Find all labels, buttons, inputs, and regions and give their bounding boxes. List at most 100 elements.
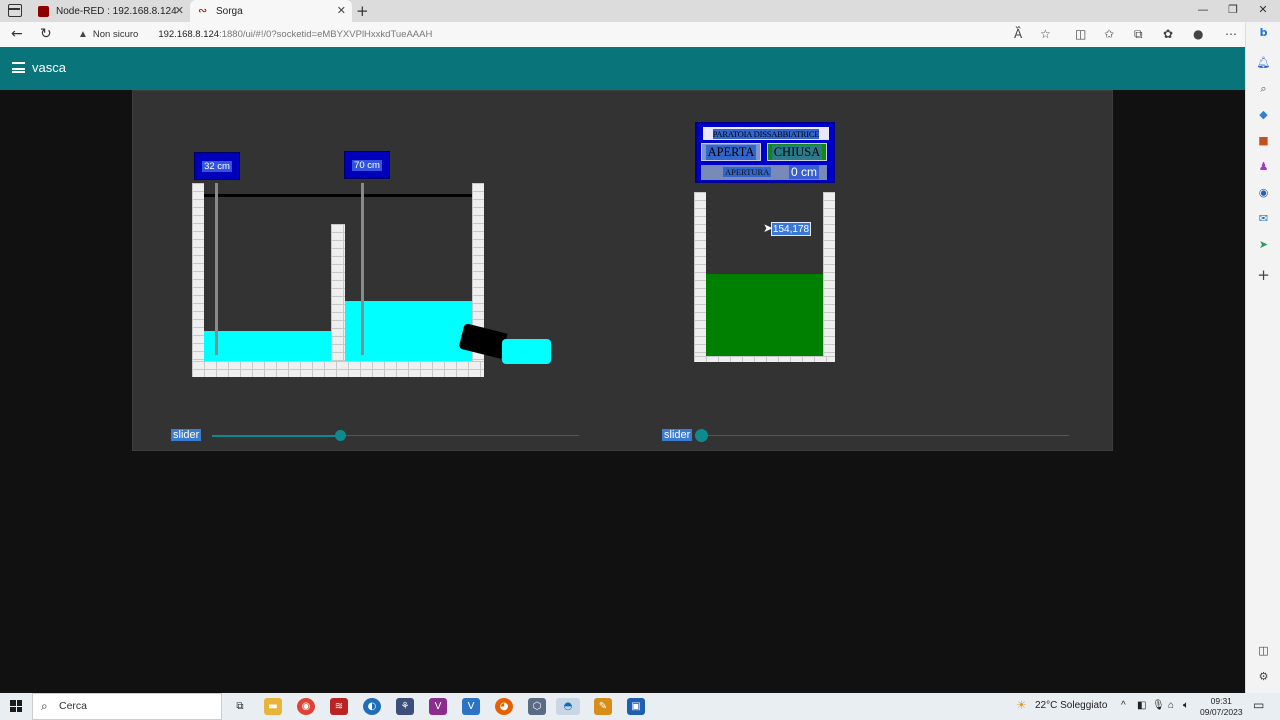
tank1-left-water	[204, 331, 331, 361]
microphone-icon[interactable]: 🎙︎	[1152, 700, 1165, 711]
restore-icon[interactable]: ❐	[1218, 3, 1248, 16]
slider-label: slider	[662, 429, 693, 441]
tank1-middle-wall	[331, 224, 345, 361]
profile-avatar-icon[interactable]: ●	[1193, 27, 1203, 41]
file-explorer-icon[interactable]: ▬	[264, 698, 282, 715]
menu-hamburger-icon[interactable]	[12, 62, 25, 73]
slider-track[interactable]	[212, 430, 579, 441]
slider-fill	[212, 435, 341, 437]
open-gate-button[interactable]: APERTA	[701, 143, 761, 161]
extensions-icon[interactable]: ✿	[1163, 27, 1173, 41]
tab-title: Sorga	[216, 5, 243, 17]
clock-date: 09/07/2023	[1200, 707, 1243, 717]
opening-label: APERTURA	[723, 167, 772, 177]
window-menu-icon[interactable]	[8, 4, 22, 17]
panel-title: PARATOIA DISSABBIATRICE	[703, 127, 829, 140]
edge-sidebar: b 🔔︎ ⌕ ◆ ■ ♟ ◉ ✉ ➤ + ◫ ⚙	[1245, 22, 1280, 693]
url-path: :1880/ui/#!/0?socketid=eMBYXVPlHxxkdTueA…	[219, 29, 433, 40]
tank2-right-wall	[823, 192, 835, 362]
reload-icon[interactable]: ↻	[40, 26, 52, 42]
shopping-tag-icon[interactable]: ◆	[1246, 108, 1280, 121]
vs-code-icon[interactable]: V	[462, 698, 480, 715]
slider-label: slider	[171, 429, 202, 441]
weather-text[interactable]: 22°C Soleggiato	[1035, 700, 1107, 711]
search-icon[interactable]: ⌕	[1246, 82, 1280, 96]
favorite-star-icon[interactable]: ☆	[1040, 27, 1051, 41]
tank2-left-wall	[694, 192, 706, 362]
new-tab-plus-icon[interactable]: +	[356, 2, 369, 20]
mouse-cursor-icon: ➤	[763, 221, 774, 235]
opening-display: APERTURA 0 cm	[701, 165, 827, 180]
tray-overflow-chevron-icon[interactable]: ^	[1121, 700, 1126, 711]
drop-icon[interactable]: ➤	[1246, 238, 1280, 251]
clock-time: 09:31	[1210, 696, 1232, 706]
virtualbox-icon[interactable]: ⬡	[528, 698, 546, 715]
visual-studio-icon[interactable]: V	[429, 698, 447, 715]
open-gate-label: APERTA	[705, 144, 757, 160]
split-screen-icon[interactable]: ◫	[1075, 27, 1086, 41]
tools-briefcase-icon[interactable]: ■	[1246, 134, 1280, 147]
tray-app-icon[interactable]: ◧	[1137, 700, 1146, 711]
tab-node-red[interactable]: Node-RED : 192.168.8.124 ✕	[30, 0, 190, 22]
notification-center-icon[interactable]: ▭	[1253, 698, 1264, 712]
search-icon: ⌕	[41, 699, 48, 713]
close-tab-icon[interactable]: ✕	[337, 4, 346, 17]
bing-chat-icon[interactable]: b	[1246, 26, 1280, 39]
windows-start-icon[interactable]	[10, 700, 22, 712]
slider-thumb[interactable]	[694, 429, 708, 442]
close-gate-button[interactable]: CHIUSA	[767, 143, 827, 161]
warning-triangle-icon[interactable]: ▲	[78, 29, 88, 40]
back-arrow-icon[interactable]: ←	[11, 26, 23, 42]
chrome-icon[interactable]: ◉	[297, 698, 315, 715]
sidebar-layout-icon[interactable]: ◫	[1246, 644, 1280, 657]
tools-app-icon[interactable]: ✎	[594, 698, 612, 715]
settings-more-icon[interactable]: ⋯	[1225, 27, 1237, 41]
tank2-floor	[694, 356, 835, 362]
zoom-app-icon[interactable]: ▣	[627, 698, 645, 715]
add-sidebar-app-plus-icon[interactable]: +	[1246, 266, 1280, 284]
volume-icon[interactable]: 🔈︎	[1183, 700, 1189, 711]
taskbar-clock[interactable]: 09:31 09/07/2023	[1200, 696, 1243, 718]
slider-thumb[interactable]	[334, 430, 346, 441]
network-icon[interactable]: ⌂	[1168, 700, 1174, 711]
tank1-right-water	[345, 301, 472, 361]
gauge-left-value: 32 cm	[202, 160, 232, 172]
task-view-icon[interactable]: ⧉	[231, 698, 249, 715]
slider-track[interactable]	[694, 429, 1069, 442]
browser-tab-bar: Node-RED : 192.168.8.124 ✕ ∾ Sorga ✕ + —…	[0, 0, 1280, 22]
app-icon[interactable]: ◐	[363, 698, 381, 715]
outlet-water-box	[502, 339, 551, 364]
sidebar-settings-gear-icon[interactable]: ⚙	[1246, 670, 1280, 683]
opening-value: 0 cm	[789, 165, 820, 179]
outlook-icon[interactable]: ✉	[1246, 212, 1280, 225]
games-icon[interactable]: ♟	[1246, 160, 1280, 173]
dashboard-card: 32 cm 70 cm slider PARATOIA DISSABBIATRI…	[132, 90, 1113, 451]
read-aloud-icon[interactable]: A᷈	[1014, 27, 1022, 41]
tank1-left-wall	[192, 183, 204, 377]
node-red-app-icon[interactable]: ≋	[330, 698, 348, 715]
tab-title: Node-RED : 192.168.8.124	[56, 5, 177, 17]
level-gauge-right: 70 cm	[344, 151, 390, 179]
close-window-icon[interactable]: ✕	[1248, 3, 1278, 16]
notifications-bell-icon[interactable]: 🔔︎	[1246, 56, 1280, 69]
favorites-icon[interactable]: ✩	[1104, 27, 1114, 41]
firefox-icon[interactable]: ◕	[495, 698, 513, 715]
url-field[interactable]: ▲ Non sicuro 192.168.8.124 :1880/ui/#!/0…	[72, 25, 1072, 44]
weather-sun-icon[interactable]: ☀	[1016, 698, 1027, 712]
page-title: vasca	[32, 60, 66, 75]
address-bar-row: ← ↻ ▲ Non sicuro 192.168.8.124 :1880/ui/…	[0, 22, 1245, 47]
close-tab-icon[interactable]: ✕	[175, 4, 184, 17]
minimize-icon[interactable]: —	[1188, 3, 1218, 16]
tank2-fill	[706, 274, 823, 356]
edge-browser-icon[interactable]: ◓	[556, 698, 580, 715]
dashboard-header: vasca	[0, 47, 1245, 90]
taskbar-search-field[interactable]: ⌕ Cerca	[32, 693, 222, 720]
tab-sorga[interactable]: ∾ Sorga ✕	[190, 0, 352, 22]
dashboard-main: 32 cm 70 cm slider PARATOIA DISSABBIATRI…	[0, 90, 1245, 693]
office-icon[interactable]: ◉	[1246, 186, 1280, 199]
tank1-floor	[192, 361, 484, 377]
collections-icon[interactable]: ⧉	[1134, 27, 1143, 42]
security-status-label[interactable]: Non sicuro	[93, 29, 138, 40]
network-app-icon[interactable]: ⚘	[396, 698, 414, 715]
level-readout: 154,178	[771, 222, 811, 236]
